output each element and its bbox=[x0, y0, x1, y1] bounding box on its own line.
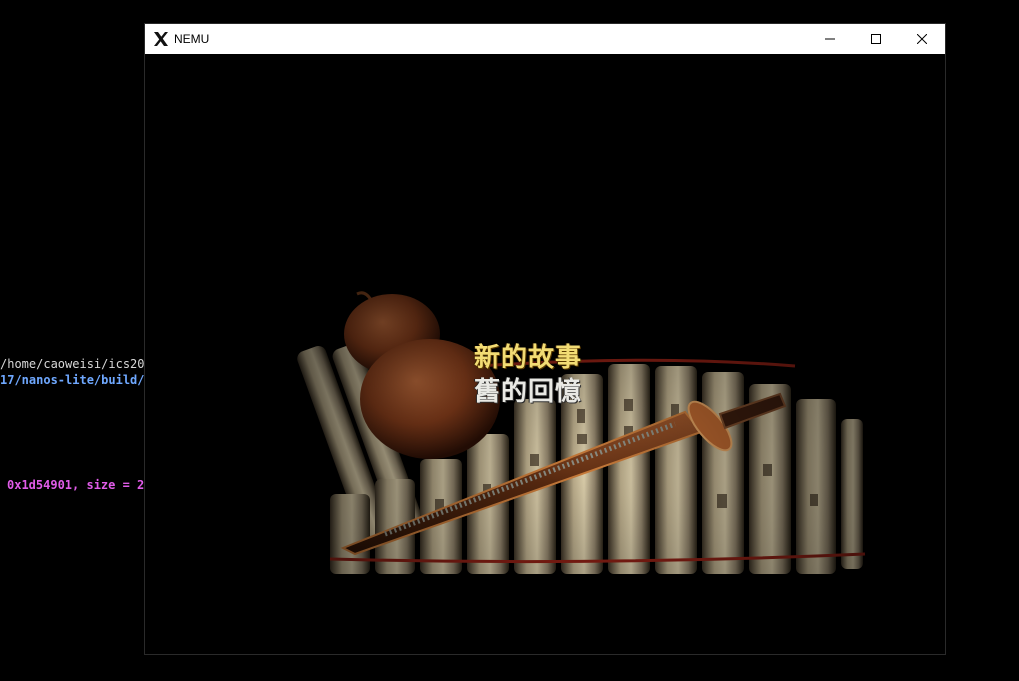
maximize-button[interactable] bbox=[853, 24, 899, 54]
close-icon bbox=[917, 34, 927, 44]
minimize-icon bbox=[825, 38, 835, 40]
menu-item-load-game[interactable]: 舊的回憶 bbox=[474, 375, 582, 409]
window-title: NEMU bbox=[174, 32, 210, 46]
game-canvas[interactable]: 新的故事 舊的回憶 bbox=[145, 54, 945, 654]
terminal-address-line: 0x1d54901, size = 29 bbox=[7, 478, 152, 492]
close-button[interactable] bbox=[899, 24, 945, 54]
desktop: /home/caoweisi/ics201 17/nanos-lite/buil… bbox=[0, 0, 1019, 681]
terminal-path-line: /home/caoweisi/ics201 bbox=[0, 357, 152, 371]
terminal-build-line: 17/nanos-lite/build/n bbox=[0, 373, 152, 387]
minimize-button[interactable] bbox=[807, 24, 853, 54]
main-menu: 新的故事 舊的回憶 bbox=[474, 341, 582, 409]
window-controls bbox=[807, 24, 945, 54]
x11-app-icon bbox=[154, 32, 168, 46]
menu-item-new-game[interactable]: 新的故事 bbox=[474, 341, 582, 375]
title-bar[interactable]: NEMU bbox=[145, 24, 945, 54]
maximize-icon bbox=[871, 34, 881, 44]
nemu-window: NEMU 新的故事 舊的回憶 bbox=[145, 24, 945, 654]
